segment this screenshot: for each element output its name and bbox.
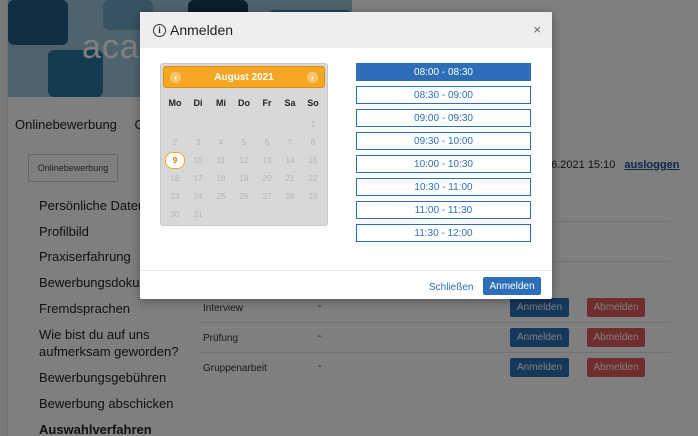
calendar-day[interactable]: 28: [279, 192, 301, 201]
weekday-header: Fr: [262, 98, 272, 108]
timeslot-button[interactable]: 10:00 - 10:30: [356, 155, 531, 173]
calendar-day[interactable]: 22: [302, 174, 324, 183]
weekday-header: Do: [238, 98, 250, 108]
close-button[interactable]: Schließen: [429, 282, 473, 293]
prev-month-icon[interactable]: ‹: [170, 72, 181, 83]
modal-title-text: Anmelden: [170, 22, 234, 38]
weekday-header: Mo: [168, 98, 182, 108]
timeslot-button[interactable]: 09:00 - 09:30: [356, 109, 531, 127]
modal-title: i Anmelden: [153, 22, 233, 38]
info-icon: i: [153, 23, 166, 37]
weekday-header: Mi: [216, 98, 226, 108]
modal-footer: Schließen Anmelden: [140, 270, 552, 299]
weekday-header: So: [307, 98, 319, 108]
calendar-day-highlighted[interactable]: 9: [165, 152, 185, 169]
calendar-day[interactable]: 15: [302, 156, 324, 165]
calendar-day[interactable]: 31: [187, 210, 209, 219]
next-month-icon[interactable]: ›: [307, 72, 318, 83]
calendar-day[interactable]: 16: [164, 174, 186, 183]
calendar-day[interactable]: 14: [279, 156, 301, 165]
timeslot-button[interactable]: 10:30 - 11:00: [356, 178, 531, 196]
weekday-header: Di: [193, 98, 203, 108]
submit-anmelden-button[interactable]: Anmelden: [483, 277, 541, 295]
calendar-day[interactable]: 8: [302, 138, 324, 147]
calendar-day[interactable]: 4: [210, 138, 232, 147]
calendar-day[interactable]: 20: [256, 174, 278, 183]
calendar-day[interactable]: 21: [279, 174, 301, 183]
calendar-day[interactable]: 25: [210, 192, 232, 201]
calendar-day[interactable]: 30: [164, 210, 186, 219]
calendar-day[interactable]: 3: [187, 138, 209, 147]
modal-header: i Anmelden ×: [140, 12, 552, 48]
anmelden-modal: i Anmelden × ‹ August 2021 › Mo Di Mi Do Fr S…: [140, 12, 552, 299]
datepicker: ‹ August 2021 › Mo Di Mi Do Fr Sa So 1 2 3 4 5 6 7 8 9 1…: [160, 63, 328, 226]
calendar-day[interactable]: 5: [233, 138, 255, 147]
timeslot-button[interactable]: 08:00 - 08:30: [356, 63, 531, 81]
calendar-day[interactable]: 13: [256, 156, 278, 165]
close-icon[interactable]: ×: [533, 22, 541, 37]
calendar-day[interactable]: 24: [187, 192, 209, 201]
calendar-day[interactable]: 1: [302, 120, 324, 129]
calendar-day[interactable]: 17: [187, 174, 209, 183]
timeslot-button[interactable]: 11:00 - 11:30: [356, 201, 531, 219]
calendar-day[interactable]: 29: [302, 192, 324, 201]
weekday-header: Sa: [284, 98, 296, 108]
datepicker-header: ‹ August 2021 ›: [163, 66, 325, 88]
calendar-day[interactable]: 7: [279, 138, 301, 147]
timeslot-button[interactable]: 08:30 - 09:00: [356, 86, 531, 104]
timeslot-button[interactable]: 09:30 - 10:00: [356, 132, 531, 150]
timeslot-button[interactable]: 11:30 - 12:00: [356, 224, 531, 242]
calendar-day[interactable]: 27: [256, 192, 278, 201]
calendar-day[interactable]: 23: [164, 192, 186, 201]
calendar-day[interactable]: 26: [233, 192, 255, 201]
calendar-day[interactable]: 6: [256, 138, 278, 147]
calendar-day[interactable]: 2: [164, 138, 186, 147]
calendar-day[interactable]: 19: [233, 174, 255, 183]
datepicker-month-title: August 2021: [214, 71, 274, 83]
calendar-day[interactable]: 12: [233, 156, 255, 165]
calendar-day[interactable]: 18: [210, 174, 232, 183]
calendar-day[interactable]: 11: [210, 156, 232, 165]
calendar-day[interactable]: 10: [187, 156, 209, 165]
